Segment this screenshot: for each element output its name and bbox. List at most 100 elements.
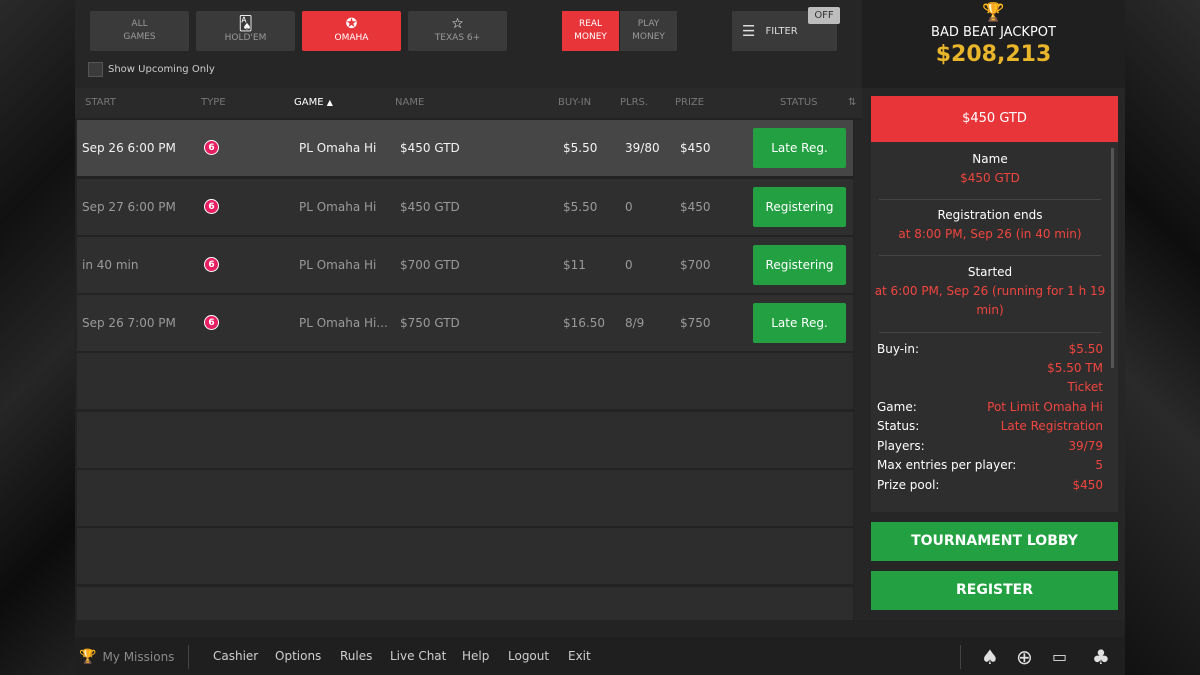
- filter-bar: ALL GAMES 🂡 HOLD'EM ✪ OMAHA ☆ TEXAS 6+ R…: [75, 0, 862, 88]
- logout-link[interactable]: Logout: [508, 649, 549, 663]
- omaha-chip-icon: ✪: [345, 16, 358, 32]
- empty-row: [77, 412, 853, 468]
- table-header: START TYPE GAME ▲ NAME BUY-IN PLRS. PRIZ…: [75, 88, 862, 118]
- blackjack-icon[interactable]: ♠: [981, 645, 999, 669]
- refresh-icon[interactable]: ⇅: [848, 97, 856, 108]
- col-players[interactable]: PLRS.: [620, 97, 648, 108]
- upcoming-checkbox[interactable]: [88, 62, 103, 77]
- col-name[interactable]: NAME: [395, 97, 424, 108]
- table-row[interactable]: Sep 26 6:00 PM 6 PL Omaha Hi $450 GTD $5…: [77, 120, 853, 176]
- detail-buyin-value-2: $5.50 TM: [1047, 361, 1103, 375]
- play-money-toggle[interactable]: PLAY MONEY: [620, 11, 677, 51]
- detail-started-value-2: min): [976, 303, 1004, 317]
- tournament-table: Sep 26 6:00 PM 6 PL Omaha Hi $450 GTD $5…: [77, 120, 853, 620]
- six-plus-type-icon: 6: [204, 315, 219, 330]
- cell-name: $450 GTD: [400, 141, 460, 155]
- detail-prizepool-value: $450: [1072, 478, 1103, 492]
- lobby-app: ALL GAMES 🂡 HOLD'EM ✪ OMAHA ☆ TEXAS 6+ R…: [75, 0, 1125, 675]
- show-upcoming-toggle[interactable]: Show Upcoming Only: [88, 62, 215, 77]
- detail-started-value: at 6:00 PM, Sep 26 (running for 1 h 19: [874, 284, 1106, 298]
- table-scrollbar[interactable]: [854, 120, 862, 620]
- col-game[interactable]: GAME ▲: [294, 97, 333, 108]
- detail-game-label: Game:: [877, 400, 917, 414]
- cell-name: $450 GTD: [400, 200, 460, 214]
- col-status[interactable]: STATUS: [780, 97, 818, 108]
- detail-started-label: Started: [967, 265, 1013, 279]
- empty-row: [77, 587, 853, 620]
- col-prize[interactable]: PRIZE: [675, 97, 704, 108]
- cell-start: Sep 26 6:00 PM: [82, 141, 176, 155]
- bad-beat-jackpot: 🏆 BAD BEAT JACKPOT $208,213: [862, 0, 1125, 88]
- trophy-icon: 🏆: [982, 2, 1005, 23]
- slot-machine-icon[interactable]: ▭: [1052, 647, 1067, 666]
- table-row[interactable]: Sep 26 7:00 PM 6 PL Omaha Hi... $750 GTD…: [77, 295, 853, 351]
- col-type[interactable]: TYPE: [201, 97, 226, 108]
- category-holdem[interactable]: 🂡 HOLD'EM: [196, 11, 295, 51]
- table-row[interactable]: in 40 min 6 PL Omaha Hi $700 GTD $11 0 $…: [77, 237, 853, 293]
- detail-status-row: Status: Late Registration: [877, 419, 1103, 438]
- late-reg-button[interactable]: Late Reg.: [753, 303, 846, 343]
- registering-button[interactable]: Registering: [753, 245, 846, 285]
- cell-game: PL Omaha Hi: [299, 200, 377, 214]
- tournament-lobby-button[interactable]: TOURNAMENT LOBBY: [871, 522, 1118, 561]
- my-missions-link[interactable]: 🏆 My Missions: [79, 649, 174, 665]
- col-buyin[interactable]: BUY-IN: [558, 97, 591, 108]
- details-scrollbar[interactable]: [1111, 148, 1114, 368]
- detail-reg-value: at 8:00 PM, Sep 26 (in 40 min): [898, 227, 1082, 241]
- upcoming-label: Show Upcoming Only: [108, 64, 215, 75]
- cell-buyin: $5.50: [563, 200, 598, 214]
- category-all-games[interactable]: ALL GAMES: [90, 11, 189, 51]
- sliders-icon: ☰: [742, 22, 756, 40]
- background-left: [0, 0, 75, 675]
- missions-label: My Missions: [102, 650, 175, 664]
- empty-row: [77, 470, 853, 526]
- bottom-bar: 🏆 My Missions Cashier Options Rules Live…: [75, 637, 1125, 675]
- options-link[interactable]: Options: [275, 649, 321, 663]
- detail-game-value: Pot Limit Omaha Hi: [987, 400, 1103, 414]
- six-plus-type-icon: 6: [204, 140, 219, 155]
- cell-buyin: $5.50: [563, 141, 598, 155]
- detail-name-value: $450 GTD: [960, 171, 1020, 185]
- cashier-link[interactable]: Cashier: [213, 649, 258, 663]
- cell-buyin: $11: [563, 258, 586, 272]
- detail-game-row: Game: Pot Limit Omaha Hi: [877, 400, 1103, 419]
- detail-maxentries-value: 5: [1095, 458, 1103, 472]
- category-texas-6plus[interactable]: ☆ TEXAS 6+: [408, 11, 507, 51]
- live-chat-link[interactable]: Live Chat: [390, 649, 446, 663]
- category-label: TEXAS 6+: [434, 33, 481, 43]
- cell-game: PL Omaha Hi: [299, 141, 377, 155]
- detail-name-label: Name: [972, 152, 1008, 166]
- rules-link[interactable]: Rules: [340, 649, 372, 663]
- help-link[interactable]: Help: [462, 649, 489, 663]
- empty-row: [77, 528, 853, 584]
- detail-prizepool-label: Prize pool:: [877, 478, 940, 492]
- cell-prize: $450: [680, 200, 711, 214]
- register-button[interactable]: REGISTER: [871, 571, 1118, 610]
- cherries-icon[interactable]: ♣: [1092, 645, 1110, 669]
- registering-button[interactable]: Registering: [753, 187, 846, 227]
- star-icon: ☆: [451, 16, 464, 32]
- cell-players: 0: [625, 200, 633, 214]
- real-money-toggle[interactable]: REAL MONEY: [562, 11, 619, 51]
- detail-status-label: Status:: [877, 419, 920, 433]
- cell-players: 0: [625, 258, 633, 272]
- col-start[interactable]: START: [85, 97, 116, 108]
- cell-prize: $750: [680, 316, 711, 330]
- cell-start: in 40 min: [82, 258, 139, 272]
- category-label-line1: ALL: [131, 19, 148, 29]
- details-header: $450 GTD: [871, 96, 1118, 142]
- cell-game: PL Omaha Hi: [299, 258, 377, 272]
- cell-game: PL Omaha Hi...: [299, 316, 388, 330]
- tournament-details-panel: $450 GTD Name $450 GTD Registration ends…: [862, 88, 1125, 620]
- category-omaha[interactable]: ✪ OMAHA: [302, 11, 401, 51]
- detail-reg-section: Registration ends at 8:00 PM, Sep 26 (in…: [879, 206, 1101, 256]
- cell-players: 39/80: [625, 141, 660, 155]
- jackpot-title: BAD BEAT JACKPOT: [931, 25, 1056, 40]
- roulette-icon[interactable]: ⊕: [1016, 645, 1033, 669]
- exit-link[interactable]: Exit: [568, 649, 591, 663]
- late-reg-button[interactable]: Late Reg.: [753, 128, 846, 168]
- cell-start: Sep 27 6:00 PM: [82, 200, 176, 214]
- table-row[interactable]: Sep 27 6:00 PM 6 PL Omaha Hi $450 GTD $5…: [77, 179, 853, 235]
- real-money-line1: REAL: [578, 19, 603, 29]
- real-money-line2: MONEY: [574, 32, 607, 42]
